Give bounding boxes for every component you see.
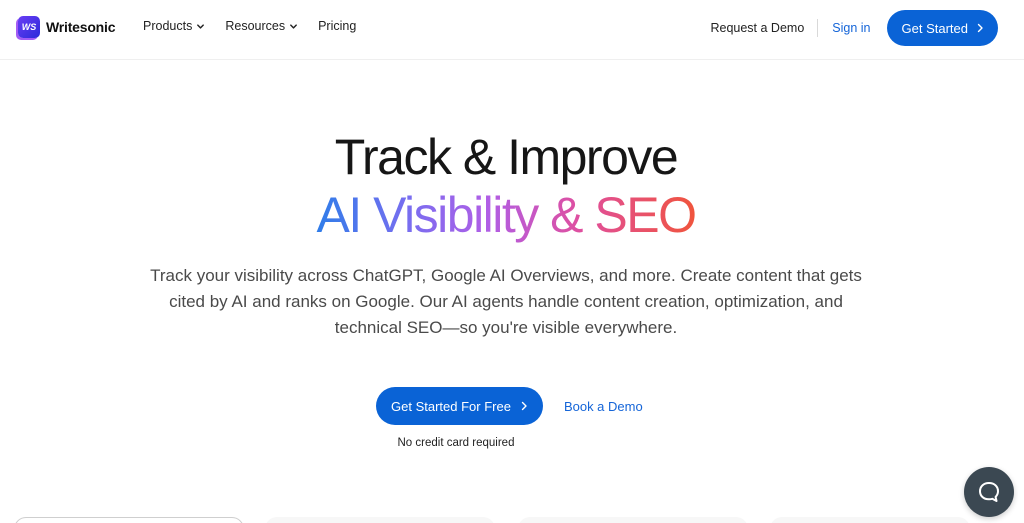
feature-card[interactable] [265,517,495,523]
nav-item-label: Pricing [318,19,357,33]
brand-logo[interactable]: WS Writesonic [18,16,116,38]
nav-item-label: Products [143,19,193,33]
hero-title-line1: Track & Improve [334,129,679,185]
header-actions: Request a Demo Sign in Get Started [710,10,998,46]
feature-card[interactable] [518,517,748,523]
hero-title-line2: AI Visibility & SEO [0,186,1012,244]
sign-in-link[interactable]: Sign in [832,21,870,35]
book-demo-link[interactable]: Book a Demo [564,399,643,414]
site-header: WS Writesonic Products Resources Pricing… [0,0,1024,60]
main-nav: Products Resources Pricing [143,19,356,33]
get-started-button[interactable]: Get Started [886,10,998,46]
logo-icon: WS [18,16,40,38]
get-started-label: Get Started [901,20,968,36]
request-demo-link[interactable]: Request a Demo [710,21,804,35]
chevron-down-icon [290,23,298,29]
hero-cta-row: Get Started For Free Book a Demo [376,387,643,425]
hero-title-gradient-text: AI Visibility & SEO [316,187,697,243]
feature-card[interactable] [770,517,970,523]
chat-bubble-icon [979,482,999,502]
brand-name: Writesonic [46,19,116,35]
chevron-right-icon [977,23,983,33]
get-started-free-label: Get Started For Free [391,398,511,414]
header-divider [817,19,819,37]
nav-item-resources[interactable]: Resources [225,19,298,33]
chevron-down-icon [197,23,205,29]
nav-item-pricing[interactable]: Pricing [318,19,356,33]
get-started-free-button[interactable]: Get Started For Free [376,387,543,425]
feature-card[interactable] [14,517,244,523]
no-credit-card-note: No credit card required [397,437,515,449]
nav-item-label: Resources [225,19,286,33]
chevron-right-icon [521,401,527,411]
chat-widget-button[interactable] [964,467,1014,517]
hero-subtitle: Track your visibility across ChatGPT, Go… [150,266,862,337]
nav-item-products[interactable]: Products [143,19,205,33]
